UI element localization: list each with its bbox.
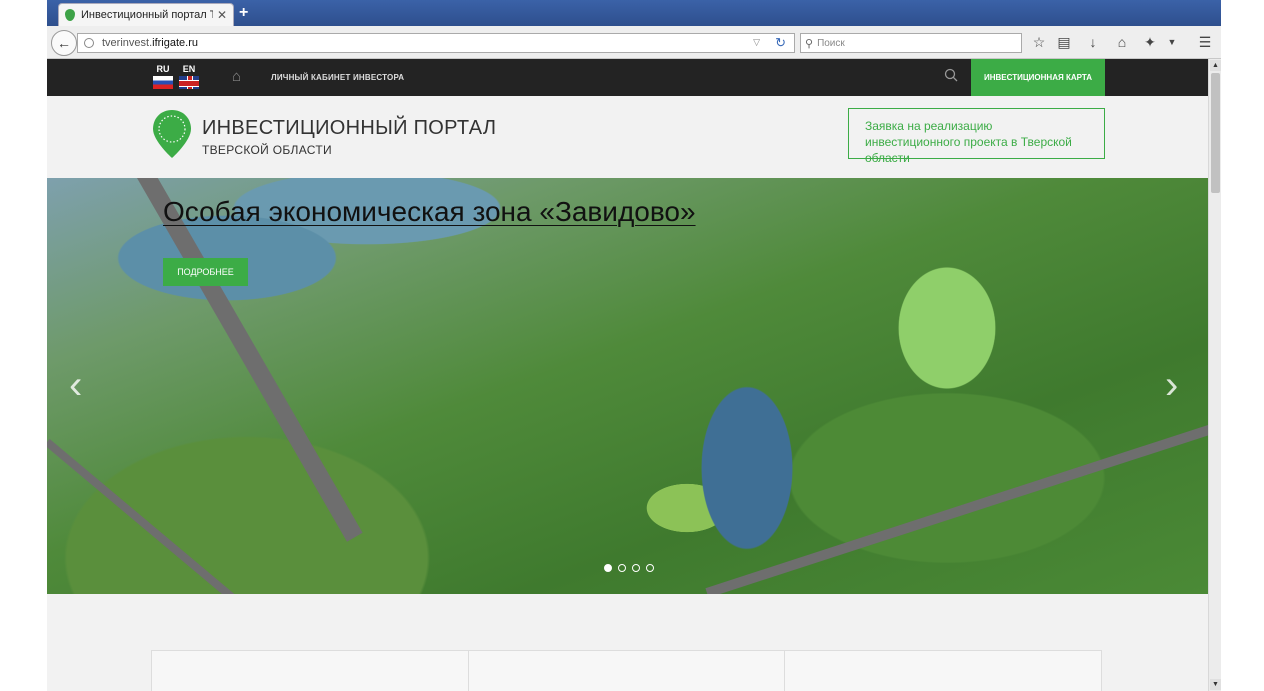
address-bar[interactable]: tverinvest. ifrigate.ru ▽ ↻ bbox=[77, 33, 795, 53]
investor-cabinet-link[interactable]: ЛИЧНЫЙ КАБИНЕТ ИНВЕСТОРА bbox=[271, 73, 404, 82]
browser-search-input[interactable]: ⚲ Поиск bbox=[800, 33, 1022, 53]
prev-slide-icon[interactable]: ‹ bbox=[69, 363, 82, 408]
scroll-up-icon[interactable]: ▲ bbox=[1210, 60, 1221, 71]
slider-dot[interactable] bbox=[604, 564, 612, 572]
navigation-bar: ← tverinvest. ifrigate.ru ▽ ↻ ⚲ Поиск ☆ ▤… bbox=[47, 26, 1221, 59]
more-button[interactable]: ПОДРОБНЕЕ bbox=[163, 258, 248, 286]
tab-close-icon[interactable]: ✕ bbox=[217, 8, 227, 22]
site-top-bar: RU EN ⌂ ЛИЧНЫЙ КАБИНЕТ ИНВЕСТОРА ИНВЕСТИ… bbox=[47, 59, 1208, 96]
next-slide-icon[interactable]: › bbox=[1165, 363, 1178, 408]
russia-flag-icon bbox=[153, 76, 173, 89]
tab-title: Инвестиционный портал Тв... bbox=[81, 9, 213, 21]
hero-slider: Особая экономическая зона «Завидово» ПОД… bbox=[47, 178, 1208, 594]
lang-en-link[interactable]: EN bbox=[178, 64, 200, 89]
feature-cards bbox=[151, 650, 1103, 691]
home-icon[interactable]: ⌂ bbox=[1113, 34, 1131, 50]
addon-icon[interactable]: ✦ bbox=[1141, 34, 1159, 51]
url-prefix: tverinvest. bbox=[102, 37, 153, 49]
reload-icon[interactable]: ↻ bbox=[775, 35, 786, 51]
lang-ru-label: RU bbox=[156, 64, 170, 74]
lang-ru-link[interactable]: RU bbox=[152, 64, 174, 89]
addon-dropdown-icon[interactable]: ▼ bbox=[1163, 37, 1181, 47]
portal-title: ИНВЕСТИЦИОННЫЙ ПОРТАЛ bbox=[202, 117, 497, 139]
url-domain: ifrigate.ru bbox=[152, 37, 198, 49]
globe-icon bbox=[84, 38, 94, 48]
back-button[interactable]: ← bbox=[51, 30, 77, 56]
browser-tab[interactable]: Инвестиционный портал Тв... ✕ bbox=[58, 3, 234, 26]
slider-dots bbox=[604, 564, 654, 572]
feature-card[interactable] bbox=[784, 650, 1103, 691]
new-tab-button[interactable]: + bbox=[239, 4, 248, 22]
bookmark-star-icon[interactable]: ☆ bbox=[1030, 34, 1048, 51]
search-icon: ⚲ bbox=[805, 37, 814, 50]
lang-en-label: EN bbox=[182, 64, 196, 74]
portal-subtitle: ТВЕРСКОЙ ОБЛАСТИ bbox=[202, 143, 332, 157]
menu-icon[interactable]: ☰ bbox=[1196, 34, 1214, 51]
slider-dot[interactable] bbox=[646, 564, 654, 572]
bookmarks-list-icon[interactable]: ▤ bbox=[1055, 34, 1073, 51]
page-scrollbar[interactable]: ▲ ▼ bbox=[1208, 59, 1221, 691]
search-icon[interactable] bbox=[944, 68, 958, 82]
slide-title-link[interactable]: Особая экономическая зона «Завидово» bbox=[163, 196, 696, 228]
feature-card[interactable] bbox=[467, 650, 786, 691]
url-dropdown-icon[interactable]: ▽ bbox=[753, 37, 760, 48]
road-graphic bbox=[705, 415, 1208, 594]
scroll-thumb[interactable] bbox=[1211, 73, 1220, 193]
slider-dot[interactable] bbox=[632, 564, 640, 572]
browser-window: Инвестиционный портал Тв... ✕ + ← tverin… bbox=[47, 0, 1221, 691]
road-graphic bbox=[137, 178, 363, 542]
home-icon[interactable]: ⌂ bbox=[232, 68, 241, 85]
location-pin-logo-icon[interactable] bbox=[151, 109, 193, 159]
road-graphic bbox=[47, 438, 280, 594]
favicon-icon bbox=[65, 9, 75, 21]
apply-project-button[interactable]: Заявка на реализацию инвестиционного про… bbox=[848, 108, 1105, 165]
tab-strip: Инвестиционный портал Тв... ✕ + bbox=[47, 0, 1221, 26]
web-page: RU EN ⌂ ЛИЧНЫЙ КАБИНЕТ ИНВЕСТОРА ИНВЕСТИ… bbox=[47, 59, 1208, 691]
search-placeholder: Поиск bbox=[817, 37, 845, 49]
feature-card[interactable] bbox=[151, 650, 469, 691]
slider-dot[interactable] bbox=[618, 564, 626, 572]
uk-flag-icon bbox=[179, 76, 199, 89]
scroll-down-icon[interactable]: ▼ bbox=[1210, 679, 1221, 690]
investment-map-button[interactable]: ИНВЕСТИЦИОННАЯ КАРТА bbox=[971, 59, 1105, 96]
download-icon[interactable]: ↓ bbox=[1084, 34, 1102, 50]
